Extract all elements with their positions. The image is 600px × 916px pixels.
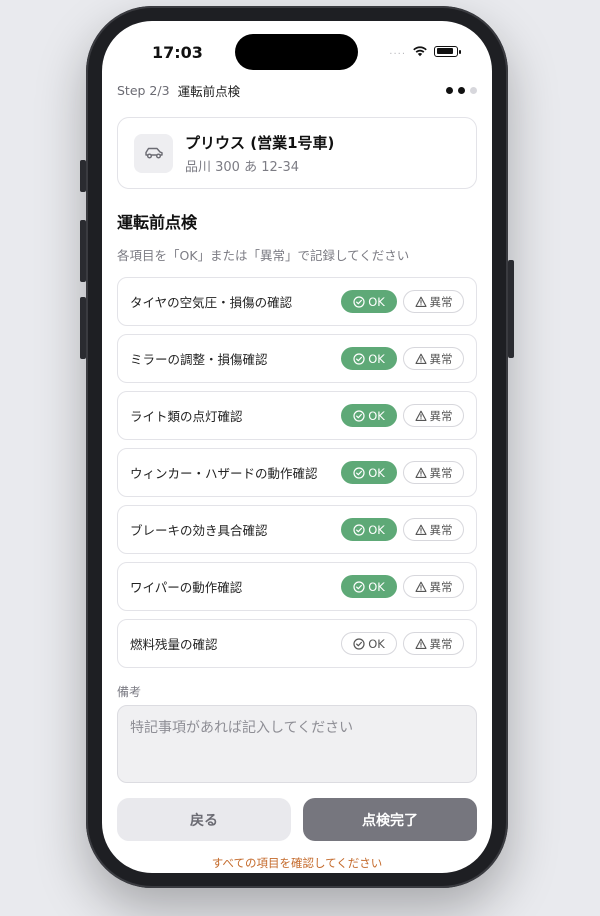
check-circle-icon — [353, 637, 365, 650]
abnormal-button-label: 異常 — [429, 294, 453, 309]
checklist-item: ブレーキの効き具合確認 OK 異常 — [117, 505, 477, 554]
step-progress-dots — [446, 87, 477, 94]
ok-button-label: OK — [368, 351, 385, 366]
ok-button[interactable]: OK — [341, 575, 397, 598]
checklist-item: 燃料残量の確認 OK 異常 — [117, 619, 477, 668]
check-circle-icon — [353, 295, 365, 308]
abnormal-button[interactable]: 異常 — [403, 404, 464, 427]
abnormal-button-label: 異常 — [429, 465, 453, 480]
ok-button[interactable]: OK — [341, 518, 397, 541]
ok-button-label: OK — [368, 294, 385, 309]
step-dot-2 — [458, 87, 465, 94]
checklist-item: ウィンカー・ハザードの動作確認 OK 異常 — [117, 448, 477, 497]
checklist-item: ワイパーの動作確認 OK 異常 — [117, 562, 477, 611]
check-circle-icon — [353, 523, 365, 536]
check-circle-icon — [353, 466, 365, 479]
checklist-item: ミラーの調整・損傷確認 OK 異常 — [117, 334, 477, 383]
abnormal-button[interactable]: 異常 — [403, 518, 464, 541]
validation-warning: すべての項目を確認してください — [211, 856, 383, 870]
checklist-item: ライト類の点灯確認 OK 異常 — [117, 391, 477, 440]
section-title: 運転前点検 — [117, 213, 198, 232]
complete-inspection-button[interactable]: 点検完了 — [303, 798, 477, 841]
checklist-item-label: タイヤの空気圧・損傷の確認 — [130, 295, 293, 310]
vehicle-info: プリウス (営業1号車) 品川 300 あ 12-34 — [185, 132, 334, 175]
abnormal-button[interactable]: 異常 — [403, 461, 464, 484]
abnormal-button[interactable]: 異常 — [403, 347, 464, 370]
checklist-item-label: ウィンカー・ハザードの動作確認 — [130, 466, 318, 481]
checklist-item-label: ワイパーの動作確認 — [130, 580, 243, 595]
power-button — [508, 260, 514, 358]
phone-screen: 17:03 .... Step 2/3 運転前点検 プリウス (営業1号車) 品… — [102, 21, 492, 873]
step-dot-1 — [446, 87, 453, 94]
warning-triangle-icon — [414, 524, 427, 536]
memo-label: 備考 — [117, 685, 142, 699]
section-subtitle: 各項目を「OK」または「異常」で記録してください — [117, 248, 410, 263]
step-dot-3 — [470, 87, 477, 94]
ok-button[interactable]: OK — [341, 461, 397, 484]
step-title: 運転前点検 — [177, 84, 241, 99]
warning-triangle-icon — [414, 296, 427, 308]
checklist-item-label: ミラーの調整・損傷確認 — [130, 352, 268, 367]
check-circle-icon — [353, 352, 365, 365]
vehicle-plate: 品川 300 あ 12-34 — [185, 159, 299, 175]
vehicle-card: プリウス (営業1号車) 品川 300 あ 12-34 — [117, 117, 477, 189]
volume-down-button — [80, 297, 86, 359]
ok-button-label: OK — [368, 408, 385, 423]
ok-button[interactable]: OK — [341, 347, 397, 370]
warning-triangle-icon — [414, 353, 427, 365]
abnormal-button-label: 異常 — [429, 579, 453, 594]
cellular-signal-icon: .... — [389, 45, 406, 57]
warning-triangle-icon — [414, 581, 427, 593]
checklist: タイヤの空気圧・損傷の確認 OK 異常 ミラーの調整・損傷確認 OK 異常 ライト類の点灯確… — [117, 277, 477, 676]
abnormal-button-label: 異常 — [429, 408, 453, 423]
dynamic-island — [235, 34, 358, 70]
wifi-icon — [413, 46, 427, 57]
ok-button-label: OK — [368, 522, 385, 537]
silent-switch — [80, 160, 86, 192]
car-icon-box — [134, 133, 173, 173]
check-circle-icon — [353, 409, 365, 422]
ok-button[interactable]: OK — [341, 632, 397, 655]
step-indicator: Step 2/3 運転前点検 — [117, 81, 477, 100]
abnormal-button[interactable]: 異常 — [403, 290, 464, 313]
checklist-item-label: ライト類の点灯確認 — [130, 409, 243, 424]
warning-triangle-icon — [414, 410, 427, 422]
warning-triangle-icon — [414, 638, 427, 650]
memo-input[interactable] — [117, 705, 477, 783]
abnormal-button[interactable]: 異常 — [403, 632, 464, 655]
checklist-item-label: 燃料残量の確認 — [130, 637, 218, 652]
check-circle-icon — [353, 580, 365, 593]
status-icons: .... — [389, 45, 461, 57]
abnormal-button-label: 異常 — [429, 636, 453, 651]
abnormal-button-label: 異常 — [429, 522, 453, 537]
status-time: 17:03 — [152, 43, 203, 62]
back-button[interactable]: 戻る — [117, 798, 291, 841]
volume-up-button — [80, 220, 86, 282]
battery-icon — [434, 45, 461, 57]
checklist-item: タイヤの空気圧・損傷の確認 OK 異常 — [117, 277, 477, 326]
vehicle-name: プリウス (営業1号車) — [185, 133, 335, 152]
ok-button-label: OK — [368, 636, 385, 651]
ok-button[interactable]: OK — [341, 290, 397, 313]
abnormal-button-label: 異常 — [429, 351, 453, 366]
checklist-item-label: ブレーキの効き具合確認 — [130, 523, 268, 538]
warning-triangle-icon — [414, 467, 427, 479]
step-count: Step 2/3 — [117, 83, 170, 98]
abnormal-button[interactable]: 異常 — [403, 575, 464, 598]
ok-button-label: OK — [368, 579, 385, 594]
ok-button-label: OK — [368, 465, 385, 480]
ok-button[interactable]: OK — [341, 404, 397, 427]
car-icon — [144, 147, 163, 159]
